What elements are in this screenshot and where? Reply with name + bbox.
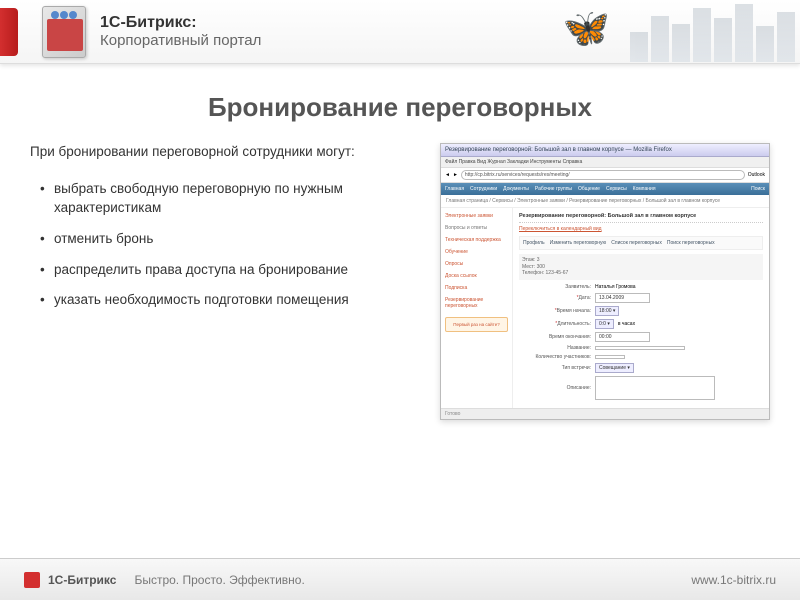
portal-body: Электронные заявки Вопросы и ответы Техн… xyxy=(441,208,769,408)
city-skyline xyxy=(630,0,800,64)
bullet-item: выбрать свободную переговорную по нужным… xyxy=(40,180,420,218)
brand-block: 1С-Битрикс: Корпоративный портал xyxy=(100,14,261,49)
outlook-button[interactable]: Outlook xyxy=(748,172,765,178)
bullet-item: указать необходимость подготовки помещен… xyxy=(40,291,420,310)
browser-menu[interactable]: Файл Правка Вид Журнал Закладки Инструме… xyxy=(441,157,769,168)
tab-docs[interactable]: Документы xyxy=(503,186,529,192)
first-time-banner[interactable]: Первый раз на сайте? xyxy=(445,317,508,332)
sidebar-item[interactable]: Вопросы и ответы xyxy=(445,225,508,231)
butterfly-icon: 🦋 xyxy=(563,10,610,48)
brand-name: 1С-Битрикс: xyxy=(100,14,261,32)
sidebar: Электронные заявки Вопросы и ответы Техн… xyxy=(441,208,513,408)
sidebar-item[interactable]: Доска ссылок xyxy=(445,273,508,279)
status-bar: Готово xyxy=(441,408,769,419)
product-box-icon xyxy=(42,6,86,58)
label-applicant: Заявитель: xyxy=(519,284,591,290)
screenshot-column: Резервирование переговорной: Большой зал… xyxy=(440,143,770,420)
text-column: При бронировании переговорной сотрудники… xyxy=(30,143,420,420)
browser-mock: Резервирование переговорной: Большой зал… xyxy=(440,143,770,420)
bullet-item: отменить бронь xyxy=(40,230,420,249)
calendar-view-link[interactable]: Переключиться в календарный вид xyxy=(519,226,763,232)
search-label[interactable]: Поиск xyxy=(751,186,765,192)
label-desc: Описание: xyxy=(519,385,591,391)
tab-home[interactable]: Главная xyxy=(445,186,464,192)
footer-brand: 1С-Битрикс xyxy=(48,573,116,587)
tab-company[interactable]: Компания xyxy=(633,186,656,192)
address-bar-row: ◄ ► http://cp.bitrix.ru/services/request… xyxy=(441,168,769,183)
sidebar-item[interactable]: Техническая поддержка xyxy=(445,237,508,243)
toolbar-edit[interactable]: Изменить переговорную xyxy=(550,240,607,246)
intro-text: При бронировании переговорной сотрудники… xyxy=(30,143,420,162)
label-date: Дата: xyxy=(519,295,591,301)
main-panel: Резервирование переговорной: Большой зал… xyxy=(513,208,769,408)
input-date[interactable]: 13.04.2009 xyxy=(595,293,650,303)
label-name: Название: xyxy=(519,345,591,351)
breadcrumb: Главная страница / Сервисы / Электронные… xyxy=(441,195,769,208)
sidebar-item[interactable]: Подписка xyxy=(445,285,508,291)
window-title: Резервирование переговорной: Большой зал… xyxy=(441,144,769,157)
footer-tagline: Быстро. Просто. Эффективно. xyxy=(134,573,304,587)
label-type: Тип встречи: xyxy=(519,365,591,371)
label-start: Время начала: xyxy=(519,308,591,314)
toolbar-search[interactable]: Поиск переговорных xyxy=(667,240,715,246)
content-row: При бронировании переговорной сотрудники… xyxy=(0,143,800,420)
label-duration: Длительность: xyxy=(519,321,591,327)
bullet-list: выбрать свободную переговорную по нужным… xyxy=(30,180,420,310)
input-count[interactable] xyxy=(595,355,625,359)
portal-tabs: Главная Сотрудники Документы Рабочие гру… xyxy=(441,183,769,195)
back-icon[interactable]: ◄ xyxy=(445,172,450,178)
sidebar-item[interactable]: Резервирование переговорных xyxy=(445,297,508,309)
bullet-item: распределить права доступа на бронирован… xyxy=(40,261,420,280)
toolbar: Профиль Изменить переговорную Список пер… xyxy=(519,236,763,250)
select-duration[interactable]: 0:0 ▾ xyxy=(595,319,614,329)
duration-unit: в часах xyxy=(618,321,635,327)
room-info: Этаж: 3 Мест: 300 Телефон: 123-45-67 xyxy=(519,254,763,280)
red-accent xyxy=(0,8,18,56)
page-footer: 1С-Битрикс Быстро. Просто. Эффективно. w… xyxy=(0,558,800,600)
value-applicant: Наталья Громова xyxy=(595,284,636,290)
label-count: Количество участников: xyxy=(519,354,591,360)
toolbar-profile[interactable]: Профиль xyxy=(523,240,545,246)
sidebar-item[interactable]: Опросы xyxy=(445,261,508,267)
page-header: 1С-Битрикс: Корпоративный портал 🦋 xyxy=(0,0,800,64)
brand-subtitle: Корпоративный портал xyxy=(100,32,261,49)
toolbar-list[interactable]: Список переговорных xyxy=(611,240,662,246)
input-name[interactable] xyxy=(595,346,685,350)
tab-services[interactable]: Сервисы xyxy=(606,186,627,192)
sidebar-item[interactable]: Электронные заявки xyxy=(445,213,508,219)
textarea-desc[interactable] xyxy=(595,376,715,400)
slide-title: Бронирование переговорных xyxy=(0,92,800,123)
select-type[interactable]: Совещание ▾ xyxy=(595,363,634,373)
page-title: Резервирование переговорной: Большой зал… xyxy=(519,213,763,223)
input-end[interactable]: 00:00 xyxy=(595,332,650,342)
tab-groups[interactable]: Рабочие группы xyxy=(535,186,572,192)
info-phone: Телефон: 123-45-67 xyxy=(522,270,760,277)
label-end: Время окончания: xyxy=(519,334,591,340)
footer-logo-icon xyxy=(24,572,40,588)
sidebar-item[interactable]: Обучение xyxy=(445,249,508,255)
address-bar[interactable]: http://cp.bitrix.ru/services/requests/re… xyxy=(461,170,745,180)
footer-url: www.1c-bitrix.ru xyxy=(691,573,776,587)
booking-form: Заявитель: Наталья Громова Дата: 13.04.200… xyxy=(519,284,763,400)
tab-comm[interactable]: Общение xyxy=(578,186,600,192)
forward-icon[interactable]: ► xyxy=(453,172,458,178)
select-start[interactable]: 18:00 ▾ xyxy=(595,306,619,316)
tab-employees[interactable]: Сотрудники xyxy=(470,186,497,192)
